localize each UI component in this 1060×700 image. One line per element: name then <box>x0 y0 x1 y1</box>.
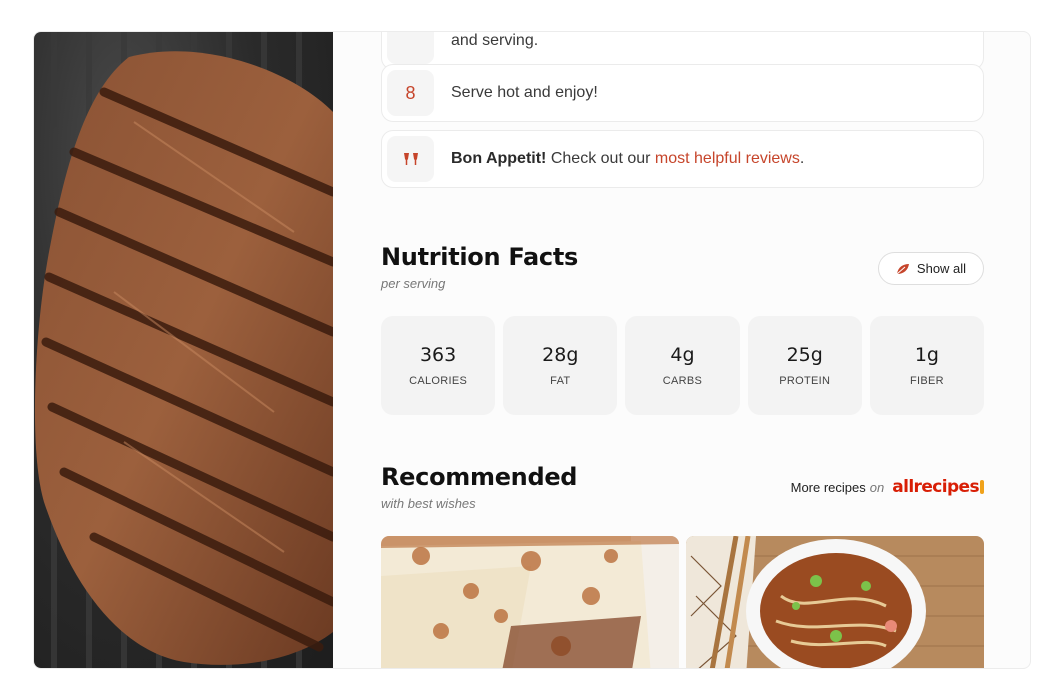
step-number: 8 <box>387 70 434 116</box>
nutrition-value: 4g <box>670 344 695 366</box>
show-all-label: Show all <box>916 261 967 276</box>
leaf-icon <box>896 263 909 274</box>
nutrition-label: PROTEIN <box>779 375 831 387</box>
nutrition-label: FIBER <box>909 375 944 387</box>
more-recipes-on: on <box>869 479 885 495</box>
step-8: 8 Serve hot and enjoy! <box>381 64 984 122</box>
bon-appetit-end: . <box>799 150 805 167</box>
nutrition-value: 25g <box>786 344 823 366</box>
bon-appetit-text: Bon Appetit! Check out our most helpful … <box>451 150 804 168</box>
noodle-soup-photo <box>686 536 984 668</box>
nutrition-calories: 363 CALORIES <box>381 316 496 415</box>
nutrition-value: 1g <box>914 344 939 366</box>
allrecipes-logo: allrecipes <box>892 477 979 497</box>
bon-appetit-copy: Check out our <box>550 150 651 167</box>
nutrition-label: CALORIES <box>409 375 468 387</box>
nutrition-subtitle: per serving <box>381 276 446 291</box>
grilled-steak-illustration <box>34 32 333 668</box>
step-number <box>387 32 434 64</box>
nutrition-fat: 28g FAT <box>503 316 618 415</box>
lasagna-photo <box>381 536 679 668</box>
nutrition-carbs: 4g CARBS <box>625 316 740 415</box>
step-text: and serving. <box>451 32 539 49</box>
recommended-card-noodle-soup[interactable] <box>686 536 984 668</box>
allrecipes-logo-mark <box>980 480 984 494</box>
cheers-icon <box>387 136 434 182</box>
recommended-card-lasagna[interactable] <box>381 536 679 668</box>
bon-appetit-bold: Bon Appetit! <box>451 150 547 167</box>
recommended-title: Recommended <box>381 463 578 491</box>
step-text: Serve hot and enjoy! <box>451 84 598 101</box>
nutrition-fiber: 1g FIBER <box>869 316 985 415</box>
nutrition-value: 28g <box>542 344 579 366</box>
nutrition-grid: 363 CALORIES 28g FAT 4g CARBS 25g PROTEI… <box>381 316 985 415</box>
nutrition-protein: 25g PROTEIN <box>747 316 862 415</box>
recipe-content: and serving. 8 Serve hot and enjoy! Bon … <box>381 32 985 668</box>
more-recipes-label: More recipes <box>790 479 866 495</box>
bon-appetit-row: Bon Appetit! Check out our most helpful … <box>381 130 984 188</box>
nutrition-label: CARBS <box>662 375 703 387</box>
recommended-subtitle: with best wishes <box>381 496 476 511</box>
nutrition-value: 363 <box>419 344 457 366</box>
nutrition-title: Nutrition Facts <box>381 243 579 271</box>
more-recipes-link[interactable]: More recipes on allrecipes <box>791 475 984 499</box>
recipe-card: and serving. 8 Serve hot and enjoy! Bon … <box>33 31 1031 669</box>
hero-image <box>34 32 333 668</box>
nutrition-label: FAT <box>550 375 571 387</box>
reviews-link[interactable]: most helpful reviews <box>655 150 800 167</box>
show-all-button[interactable]: Show all <box>878 252 984 285</box>
